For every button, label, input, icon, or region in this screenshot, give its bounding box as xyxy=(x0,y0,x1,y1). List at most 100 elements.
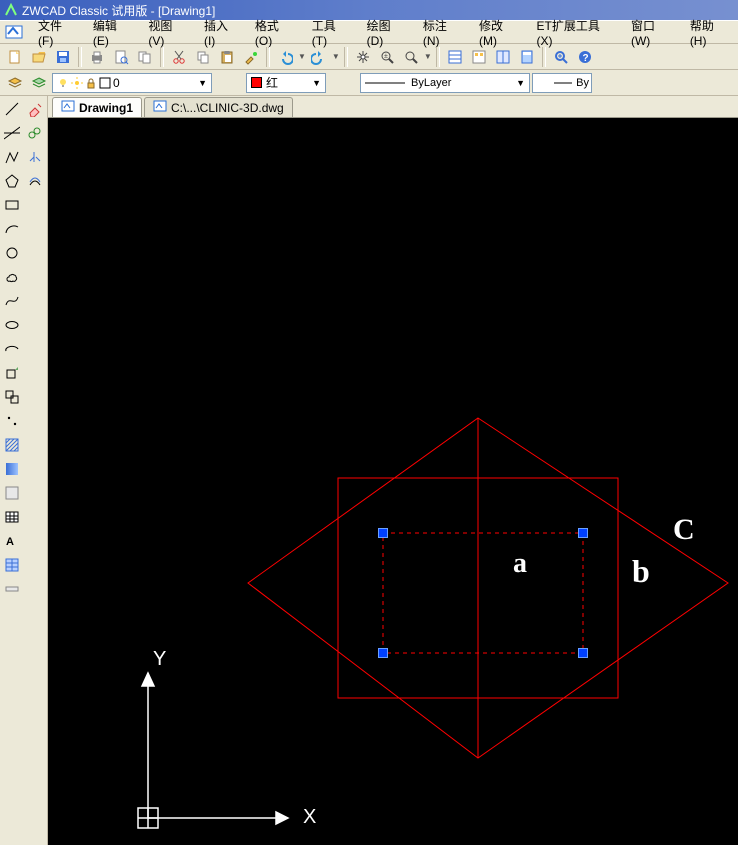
lock-icon xyxy=(85,77,97,89)
menu-insert[interactable]: 插入(I) xyxy=(196,15,247,50)
linetype-name: ByLayer xyxy=(411,77,451,89)
layer-dropdown[interactable]: 0 ▼ xyxy=(52,73,212,93)
menu-view[interactable]: 视图(V) xyxy=(140,15,196,50)
menu-et[interactable]: ET扩展工具(X) xyxy=(529,15,623,50)
save-button[interactable] xyxy=(52,46,74,68)
separator xyxy=(78,47,82,67)
sun-icon xyxy=(71,77,83,89)
layer-prev-button[interactable] xyxy=(28,72,50,94)
grip-handle[interactable] xyxy=(578,648,588,658)
zoom-dropdown-icon[interactable]: ▼ xyxy=(424,52,432,61)
annotation-c: C xyxy=(673,513,695,547)
drawing-canvas[interactable]: a b C X Y xyxy=(48,118,738,845)
cut-button[interactable] xyxy=(168,46,190,68)
drawing-content xyxy=(48,118,738,845)
chevron-down-icon: ▼ xyxy=(516,78,525,88)
chevron-down-icon: ▼ xyxy=(312,78,321,88)
gradient-tool[interactable] xyxy=(1,458,23,480)
print-preview-button[interactable] xyxy=(110,46,132,68)
grip-handle[interactable] xyxy=(378,528,388,538)
tab-label: Drawing1 xyxy=(79,101,133,115)
paste-button[interactable] xyxy=(216,46,238,68)
mtext-tool[interactable]: A xyxy=(1,530,23,552)
menu-window[interactable]: 窗口(W) xyxy=(623,15,682,50)
separator xyxy=(542,47,546,67)
table-tool[interactable] xyxy=(1,506,23,528)
menu-file[interactable]: 文件(F) xyxy=(30,15,85,50)
copy-tool[interactable] xyxy=(24,122,46,144)
zoom-realtime-button[interactable]: ± xyxy=(376,46,398,68)
spline-tool[interactable] xyxy=(1,290,23,312)
menu-edit[interactable]: 编辑(E) xyxy=(85,15,141,50)
erase-tool[interactable] xyxy=(24,98,46,120)
rectangle-tool[interactable] xyxy=(1,194,23,216)
separator xyxy=(266,47,270,67)
ellipse-tool[interactable] xyxy=(1,314,23,336)
zoom-extents-button[interactable] xyxy=(550,46,572,68)
grip-handle[interactable] xyxy=(578,528,588,538)
revcloud-tool[interactable] xyxy=(1,266,23,288)
separator xyxy=(160,47,164,67)
region-tool[interactable] xyxy=(1,482,23,504)
lineweight-name: By xyxy=(576,77,589,89)
annotation-a: a xyxy=(513,548,527,580)
copy-button[interactable] xyxy=(192,46,214,68)
line-tool[interactable] xyxy=(1,98,23,120)
undo-button[interactable] xyxy=(274,46,296,68)
hatch-tool[interactable] xyxy=(1,434,23,456)
properties-button[interactable] xyxy=(444,46,466,68)
offset-tool[interactable] xyxy=(24,170,46,192)
calculator-button[interactable] xyxy=(516,46,538,68)
layer-manager-button[interactable] xyxy=(4,72,26,94)
tool-palettes-button[interactable] xyxy=(492,46,514,68)
pan-button[interactable] xyxy=(352,46,374,68)
svg-text:?: ? xyxy=(582,53,588,64)
table2-tool[interactable] xyxy=(1,554,23,576)
circle-tool[interactable] xyxy=(1,242,23,264)
menu-format[interactable]: 格式(O) xyxy=(247,15,304,50)
lineweight-dropdown[interactable]: By xyxy=(532,73,592,93)
print-button[interactable] xyxy=(86,46,108,68)
polygon-tool[interactable] xyxy=(1,170,23,192)
open-button[interactable] xyxy=(28,46,50,68)
publish-button[interactable] xyxy=(134,46,156,68)
point-tool[interactable] xyxy=(1,410,23,432)
draw-toolbar: A xyxy=(0,96,24,845)
app-logo-icon xyxy=(4,3,18,17)
menu-tools[interactable]: 工具(T) xyxy=(304,15,359,50)
xline-tool[interactable] xyxy=(1,122,23,144)
menu-draw[interactable]: 绘图(D) xyxy=(359,15,415,50)
menu-dim[interactable]: 标注(N) xyxy=(415,15,471,50)
axis-label-y: Y xyxy=(153,648,166,671)
undo-dropdown-icon[interactable]: ▼ xyxy=(298,52,306,61)
menu-app-icon xyxy=(4,22,24,42)
zoom-window-button[interactable] xyxy=(400,46,422,68)
menu-help[interactable]: 帮助(H) xyxy=(682,15,738,50)
make-block-tool[interactable] xyxy=(1,386,23,408)
ellipse-arc-tool[interactable] xyxy=(1,338,23,360)
redo-dropdown-icon[interactable]: ▼ xyxy=(332,52,340,61)
arc-tool[interactable] xyxy=(1,218,23,240)
insert-block-tool[interactable] xyxy=(1,362,23,384)
tab-label: C:\...\CLINIC-3D.dwg xyxy=(171,101,284,115)
canvas-area: Drawing1 C:\...\CLINIC-3D.dwg xyxy=(48,96,738,845)
mirror-tool[interactable] xyxy=(24,146,46,168)
extra-tool[interactable] xyxy=(1,578,23,600)
polyline-tool[interactable] xyxy=(1,146,23,168)
doc-tab-drawing1[interactable]: Drawing1 xyxy=(52,97,142,117)
menu-modify[interactable]: 修改(M) xyxy=(471,15,529,50)
design-center-button[interactable] xyxy=(468,46,490,68)
help-button[interactable]: ? xyxy=(574,46,596,68)
doc-tab-clinic3d[interactable]: C:\...\CLINIC-3D.dwg xyxy=(144,97,293,117)
main-area: A Drawing1 C:\...\CLINIC-3D.dwg xyxy=(0,96,738,845)
color-dropdown[interactable]: 红 ▼ xyxy=(246,73,326,93)
dwg-icon xyxy=(61,99,75,116)
grip-handle[interactable] xyxy=(378,648,388,658)
annotation-b: b xyxy=(632,553,650,590)
linetype-dropdown[interactable]: ByLayer ▼ xyxy=(360,73,530,93)
svg-text:A: A xyxy=(6,536,14,548)
redo-button[interactable] xyxy=(308,46,330,68)
matchprop-button[interactable] xyxy=(240,46,262,68)
menu-bar: 文件(F) 编辑(E) 视图(V) 插入(I) 格式(O) 工具(T) 绘图(D… xyxy=(0,20,738,44)
new-button[interactable] xyxy=(4,46,26,68)
